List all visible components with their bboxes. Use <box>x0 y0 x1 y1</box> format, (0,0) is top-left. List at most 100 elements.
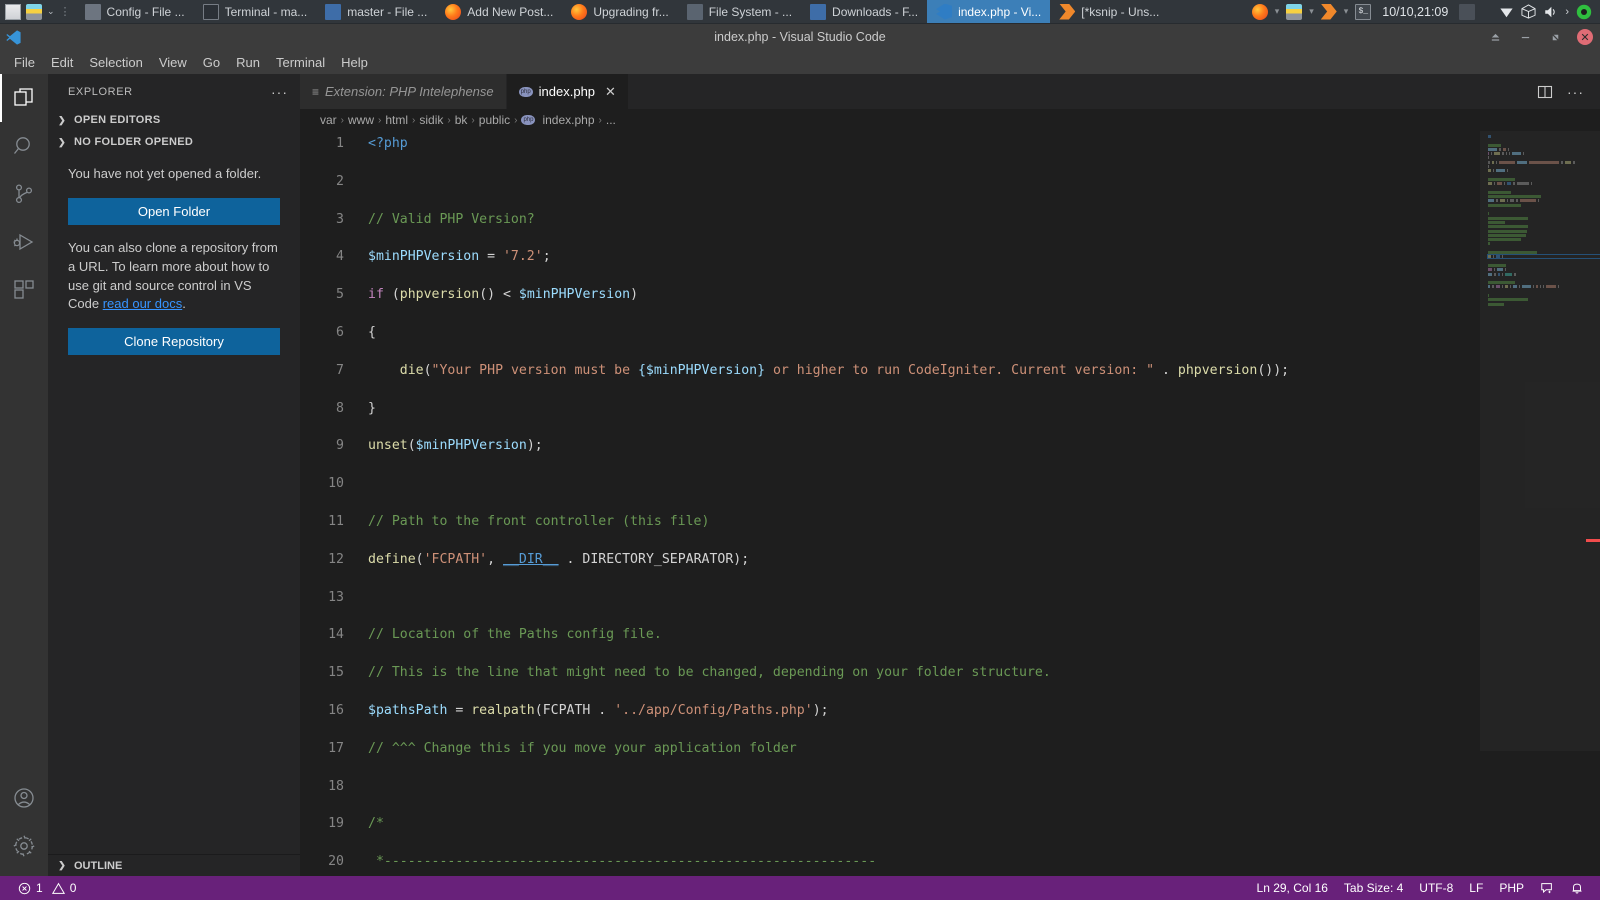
archive-tray-icon[interactable] <box>1286 4 1302 20</box>
code-line[interactable]: 3// Valid PHP Version? <box>300 211 1480 230</box>
power-icon[interactable] <box>1576 4 1592 20</box>
volume-icon[interactable] <box>1543 5 1558 19</box>
menu-item-help[interactable]: Help <box>333 53 376 72</box>
taskbar-item[interactable]: Upgrading fr... <box>562 0 677 23</box>
chevron-down-icon[interactable]: ▾ <box>1309 6 1314 17</box>
taskbar-item[interactable]: [*ksnip - Uns... <box>1050 0 1168 23</box>
menu-item-terminal[interactable]: Terminal <box>268 53 333 72</box>
taskbar-item[interactable]: File System - ... <box>678 0 801 23</box>
breadcrumb-item[interactable]: www <box>348 113 374 127</box>
minimap[interactable] <box>1480 131 1600 876</box>
tab-size-status[interactable]: Tab Size: 4 <box>1336 876 1411 900</box>
problems-status[interactable]: 1 0 <box>10 876 84 900</box>
code-line[interactable]: 2 <box>300 173 1480 192</box>
sidebar-section-outline[interactable]: ❯ OUTLINE <box>48 854 300 876</box>
menu-item-file[interactable]: File <box>6 53 43 72</box>
code-line[interactable]: 14// Location of the Paths config file. <box>300 626 1480 645</box>
tray-slot-icon[interactable] <box>1459 4 1475 20</box>
xterm-launcher-icon[interactable] <box>5 4 21 20</box>
code-line[interactable]: 4$minPHPVersion = '7.2'; <box>300 248 1480 267</box>
code-scroll-area[interactable]: 1<?php 2 3// Valid PHP Version? 4$minPHP… <box>300 131 1480 876</box>
line-number: 9 <box>300 437 344 456</box>
code-line[interactable]: 8} <box>300 400 1480 419</box>
open-folder-button[interactable]: Open Folder <box>68 198 280 225</box>
code-line[interactable]: 16$pathsPath = realpath(FCPATH . '../app… <box>300 702 1480 721</box>
cursor-position-status[interactable]: Ln 29, Col 16 <box>1249 876 1336 900</box>
taskbar-item[interactable]: master - File ... <box>316 0 436 23</box>
code-line[interactable]: 6{ <box>300 324 1480 343</box>
menu-item-run[interactable]: Run <box>228 53 268 72</box>
menu-item-go[interactable]: Go <box>195 53 228 72</box>
chevron-down-icon[interactable]: ▾ <box>1275 6 1280 17</box>
eol-status[interactable]: LF <box>1461 876 1491 900</box>
taskbar-item[interactable]: Add New Post... <box>436 0 562 23</box>
accounts-button[interactable] <box>0 774 48 822</box>
ksnip-tray-icon[interactable] <box>1321 4 1337 20</box>
minimap-slider[interactable] <box>1480 131 1600 751</box>
package-icon[interactable] <box>1521 4 1536 19</box>
breadcrumb-item[interactable]: sidik <box>419 113 443 127</box>
split-editor-icon[interactable] <box>1537 84 1553 100</box>
breadcrumb-item[interactable]: index.php <box>542 113 594 127</box>
breadcrumb-item[interactable]: ... <box>606 113 616 127</box>
sidebar-item-source-control[interactable] <box>0 170 48 218</box>
tab-extension-php-intelephense[interactable]: ≡ Extension: PHP Intelephense <box>300 74 507 109</box>
ellipsis-icon[interactable]: ··· <box>1567 87 1584 97</box>
tab-index-php[interactable]: index.php ✕ <box>507 74 629 109</box>
bell-icon[interactable] <box>1562 876 1592 900</box>
terminal-tray-icon[interactable]: $_ <box>1355 4 1371 20</box>
sidebar-item-extensions[interactable] <box>0 266 48 314</box>
minimize-window-button[interactable] <box>1510 24 1540 50</box>
breadcrumb-item[interactable]: html <box>385 113 408 127</box>
network-icon[interactable] <box>1499 5 1514 19</box>
chevron-right-icon[interactable]: › <box>1565 6 1569 18</box>
encoding-status[interactable]: UTF-8 <box>1411 876 1461 900</box>
code-line[interactable]: 20 *------------------------------------… <box>300 853 1480 872</box>
sidebar-item-explorer[interactable] <box>0 74 48 122</box>
read-our-docs-link[interactable]: read our docs <box>103 296 183 311</box>
code-line[interactable]: 19/* <box>300 815 1480 834</box>
breadcrumb-item[interactable]: bk <box>455 113 468 127</box>
chevron-down-icon[interactable]: ▾ <box>1344 6 1349 17</box>
feedback-icon[interactable] <box>1532 876 1562 900</box>
menu-item-edit[interactable]: Edit <box>43 53 81 72</box>
maximize-window-button[interactable] <box>1540 24 1570 50</box>
code-line[interactable]: 11// Path to the front controller (this … <box>300 513 1480 532</box>
code-line[interactable]: 1<?php <box>300 135 1480 154</box>
breadcrumb-item[interactable]: var <box>320 113 337 127</box>
clone-repository-button[interactable]: Clone Repository <box>68 328 280 355</box>
chevron-down-icon[interactable]: ⌄ <box>47 6 55 17</box>
close-window-button[interactable]: ✕ <box>1570 24 1600 50</box>
sidebar-item-search[interactable] <box>0 122 48 170</box>
sidebar-section-no-folder-opened[interactable]: ❯ NO FOLDER OPENED <box>48 131 300 153</box>
taskbar-item[interactable]: Terminal - ma... <box>194 0 317 23</box>
scrollbar-decorations[interactable] <box>1586 131 1600 876</box>
firefox-tray-icon[interactable] <box>1252 4 1268 20</box>
code-line[interactable]: 18 <box>300 778 1480 797</box>
settings-button[interactable] <box>0 822 48 870</box>
restore-window-button[interactable] <box>1480 24 1510 50</box>
menu-item-view[interactable]: View <box>151 53 195 72</box>
code-line[interactable]: 12define('FCPATH', __DIR__ . DIRECTORY_S… <box>300 551 1480 570</box>
code-editor[interactable]: 1<?php 2 3// Valid PHP Version? 4$minPHP… <box>300 131 1600 876</box>
code-content[interactable]: 1<?php 2 3// Valid PHP Version? 4$minPHP… <box>300 131 1480 876</box>
code-line[interactable]: 15// This is the line that might need to… <box>300 664 1480 683</box>
files-launcher-icon[interactable] <box>26 4 42 20</box>
taskbar-item[interactable]: Downloads - F... <box>801 0 927 23</box>
breadcrumb-item[interactable]: public <box>479 113 510 127</box>
sidebar-section-open-editors[interactable]: ❯ OPEN EDITORS <box>48 109 300 131</box>
code-line[interactable]: 17// ^^^ Change this if you move your ap… <box>300 740 1480 759</box>
sidebar-item-run-debug[interactable] <box>0 218 48 266</box>
code-line[interactable]: 7 die("Your PHP version must be {$minPHP… <box>300 362 1480 381</box>
taskbar-item[interactable]: Config - File ... <box>76 0 194 23</box>
menu-item-selection[interactable]: Selection <box>81 53 150 72</box>
code-line[interactable]: 13 <box>300 589 1480 608</box>
code-line[interactable]: 10 <box>300 475 1480 494</box>
taskbar-clock[interactable]: 10/10,21:09 <box>1378 5 1452 19</box>
code-line[interactable]: 5if (phpversion() < $minPHPVersion) <box>300 286 1480 305</box>
taskbar-item[interactable]: index.php - Vi... <box>927 0 1050 23</box>
ellipsis-icon[interactable]: ··· <box>271 87 288 97</box>
close-icon[interactable]: ✕ <box>605 84 616 100</box>
code-line[interactable]: 9unset($minPHPVersion); <box>300 437 1480 456</box>
language-mode-status[interactable]: PHP <box>1491 876 1532 900</box>
